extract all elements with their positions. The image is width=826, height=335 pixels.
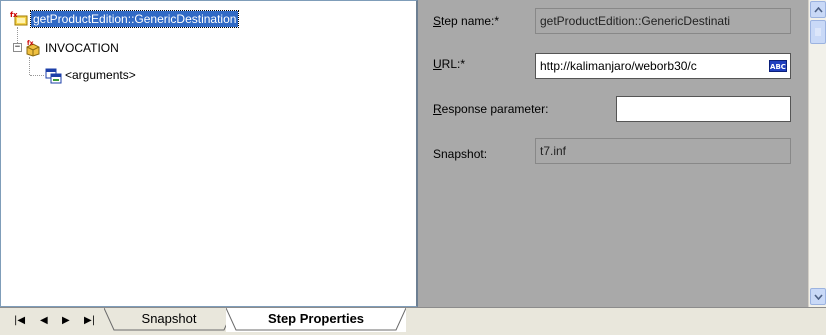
tree-panel[interactable]: fx getProductEdition::GenericDestination… [0, 0, 418, 307]
tree-item-arguments-label[interactable]: <arguments> [63, 67, 138, 83]
tree-item-arguments[interactable]: <arguments> [43, 66, 138, 84]
chevron-up-icon [813, 6, 823, 13]
svg-text:fx: fx [27, 40, 34, 47]
chevron-down-icon [813, 293, 823, 300]
tree-connector [30, 75, 44, 76]
grip-icon [815, 28, 821, 36]
tab-step-properties-label: Step Properties [267, 311, 365, 326]
scroll-down-button[interactable] [810, 288, 826, 305]
next-tab-button[interactable]: ▶ [62, 315, 70, 326]
collapse-toggle[interactable]: − [13, 43, 22, 52]
svg-text:fx: fx [10, 11, 18, 19]
tab-step-properties[interactable]: Step Properties [226, 308, 406, 332]
tree-item-root-label[interactable]: getProductEdition::GenericDestination [29, 10, 240, 28]
snapshot-label: Snapshot: [433, 147, 488, 161]
url-value: http://kalimanjaro/weborb30/c [540, 59, 697, 73]
url-input[interactable]: http://kalimanjaro/weborb30/c ABC [535, 53, 791, 79]
previous-tab-button[interactable]: ◀ [40, 315, 48, 326]
tab-bar: |◀ ◀ ▶ ▶| Snapshot Step Properties [0, 307, 826, 335]
tab-snapshot[interactable]: Snapshot [104, 308, 234, 332]
tree-item-invocation[interactable]: fx INVOCATION [23, 39, 121, 57]
scroll-thumb[interactable] [810, 20, 826, 44]
response-parameter-input[interactable] [616, 96, 791, 122]
step-icon: fx [9, 10, 31, 28]
snapshot-field: t7.inf [535, 138, 791, 164]
tree-connector [29, 57, 30, 75]
tab-snapshot-label: Snapshot [141, 311, 197, 326]
step-name-field: getProductEdition::GenericDestinati [535, 8, 791, 34]
step-name-label: Step name:* [433, 14, 500, 28]
last-tab-button[interactable]: ▶| [84, 315, 95, 326]
first-tab-button[interactable]: |◀ [14, 315, 25, 326]
response-parameter-label: Response parameter: [433, 102, 549, 116]
step-properties-panel: Step name:* getProductEdition::GenericDe… [418, 0, 808, 307]
tree-item-root[interactable]: fx getProductEdition::GenericDestination [9, 10, 240, 28]
vertical-scrollbar[interactable] [808, 0, 826, 307]
tree-item-invocation-label[interactable]: INVOCATION [43, 40, 121, 56]
arguments-icon [43, 66, 63, 84]
invocation-icon: fx [23, 39, 43, 57]
scroll-up-button[interactable] [810, 1, 826, 18]
spellcheck-icon[interactable]: ABC [769, 60, 787, 72]
url-label: URL:* [433, 57, 466, 71]
